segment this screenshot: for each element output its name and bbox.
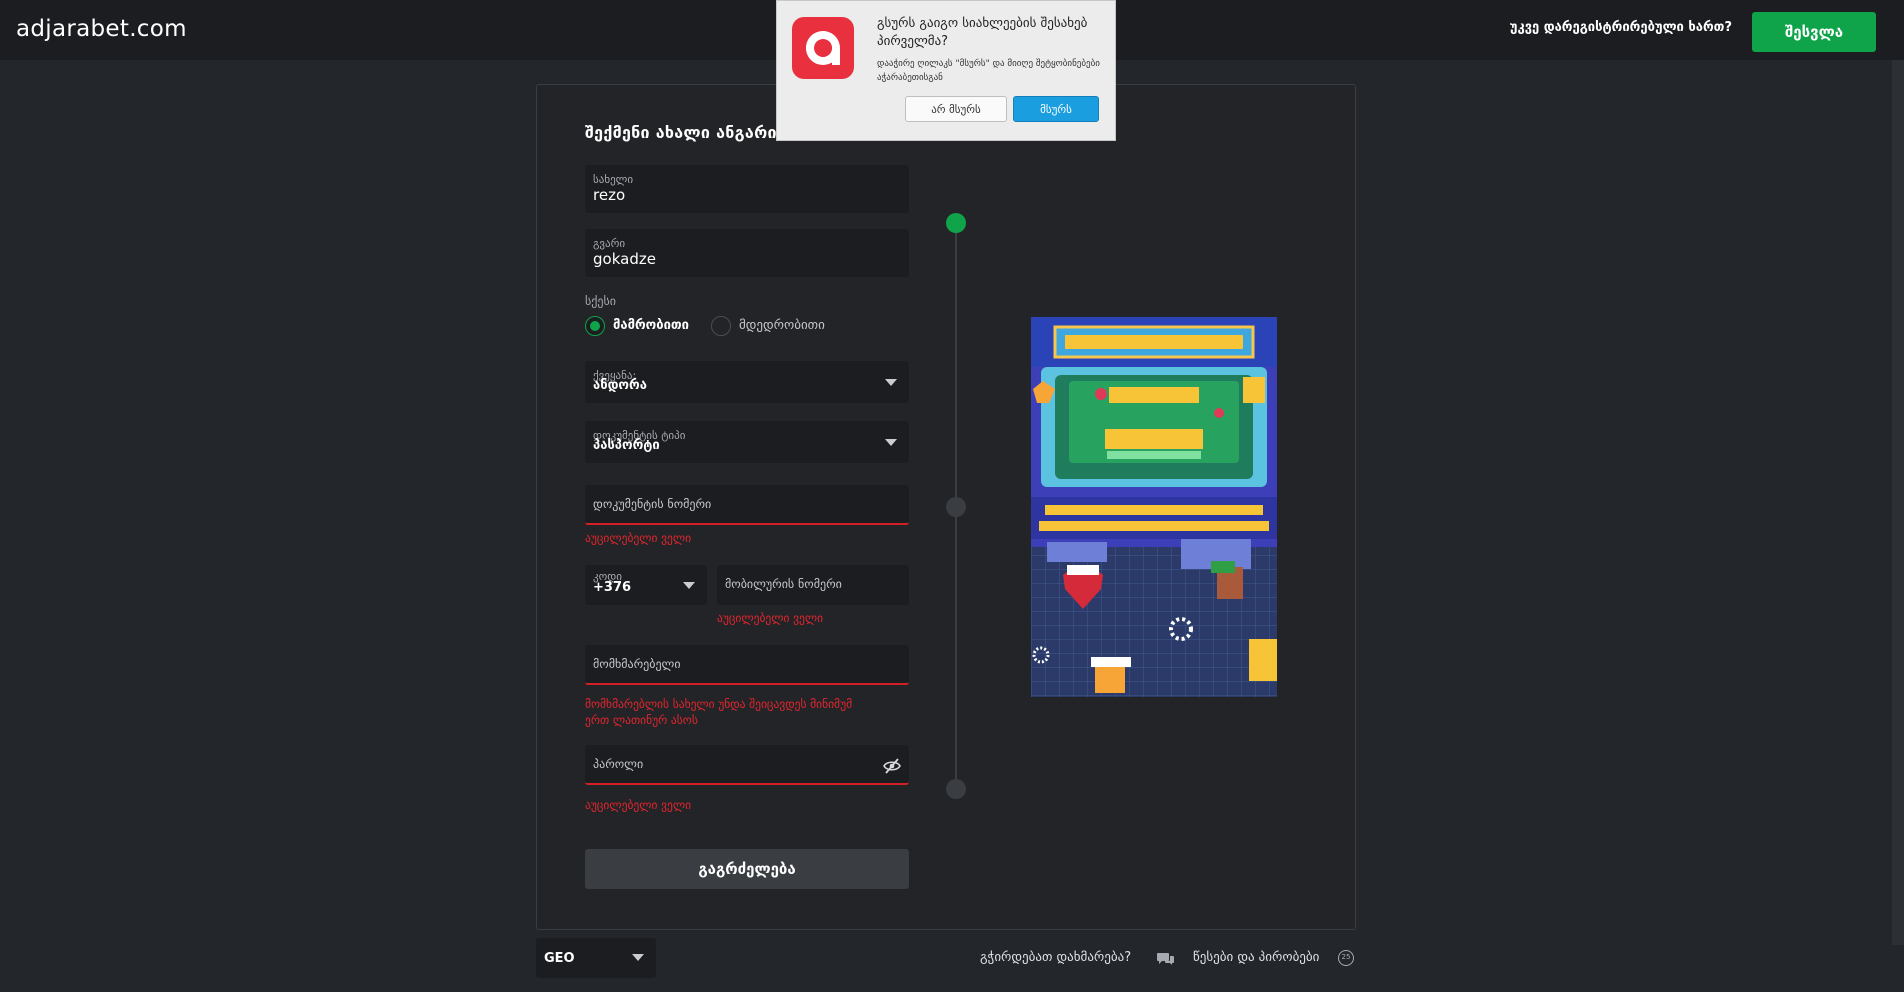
- accept-notifications-button[interactable]: მსურს: [1013, 96, 1099, 122]
- country-value: ანდორა: [593, 378, 647, 393]
- rules-link[interactable]: წესები და პირობები: [1193, 950, 1319, 965]
- mobile-number-error: აუცილებელი ველი: [717, 611, 824, 625]
- chat-icon[interactable]: [1157, 951, 1175, 967]
- step-2-indicator: [946, 497, 966, 517]
- eye-off-icon[interactable]: [883, 758, 901, 774]
- password-input[interactable]: პაროლი: [585, 745, 909, 785]
- username-error-line2: ერთ ლათინურ ასოს: [585, 713, 698, 727]
- language-select[interactable]: GEO: [536, 938, 656, 978]
- notification-body: დააჭირე ღილაკს "მსურს" და მიიღე შეტყობინ…: [877, 59, 1100, 83]
- last-name-field[interactable]: გვარი gokadze: [585, 229, 909, 277]
- decline-notifications-button[interactable]: არ მსურს: [905, 96, 1007, 122]
- chevron-down-icon: [885, 379, 897, 386]
- gender-label: სქესი: [585, 294, 616, 308]
- mobile-number-placeholder: მობილურის ნომერი: [725, 577, 842, 591]
- step-1-indicator: [946, 213, 966, 233]
- chevron-down-icon: [885, 439, 897, 446]
- last-name-value: gokadze: [593, 250, 656, 268]
- app-logo-icon: [792, 17, 854, 79]
- age-limit-icon: 25: [1338, 950, 1354, 966]
- document-number-placeholder: დოკუმენტის ნომერი: [593, 497, 712, 511]
- notification-title: გსურს გაიგო სიახლეების შესახებ პირველმა?: [877, 16, 1088, 49]
- country-select[interactable]: ქვეყანა: ანდორა: [585, 361, 909, 403]
- username-placeholder: მომხმარებელი: [593, 657, 681, 671]
- gender-female-label[interactable]: მდედრობითი: [739, 318, 825, 333]
- password-placeholder: პაროლი: [593, 757, 644, 771]
- notification-prompt: გსურს გაიგო სიახლეების შესახებ პირველმა?…: [776, 0, 1116, 141]
- page-title: შექმენი ახალი ანგარიში: [585, 123, 796, 142]
- chevron-down-icon: [683, 582, 695, 589]
- login-button[interactable]: შესვლა: [1752, 12, 1876, 52]
- document-number-input[interactable]: დოკუმენტის ნომერი: [585, 485, 909, 525]
- gender-female-radio[interactable]: [711, 316, 731, 336]
- site-logo[interactable]: adjarabet.com: [16, 16, 187, 42]
- document-type-select[interactable]: დოკუმენტის ტიპი პასპორტი: [585, 421, 909, 463]
- registration-panel: შექმენი ახალი ანგარიში სახელი rezo გვარი…: [536, 84, 1356, 930]
- language-value: GEO: [544, 951, 575, 966]
- last-name-label: გვარი: [593, 237, 626, 250]
- promo-banner-art: [1031, 317, 1277, 697]
- help-link[interactable]: გჭირდებათ დახმარება?: [980, 950, 1131, 965]
- first-name-value: rezo: [593, 186, 626, 204]
- gender-male-radio[interactable]: [585, 316, 605, 336]
- document-type-value: პასპორტი: [593, 438, 660, 453]
- promo-banner[interactable]: [1031, 317, 1277, 697]
- step-3-indicator: [946, 779, 966, 799]
- first-name-field[interactable]: სახელი rezo: [585, 165, 909, 213]
- phone-code-value: +376: [593, 580, 632, 595]
- gender-male-label[interactable]: მამრობითი: [613, 318, 689, 333]
- username-error-line1: მომხმარებლის სახელი უნდა შეიცავდეს მინიმ…: [585, 697, 853, 711]
- chevron-down-icon: [632, 954, 644, 961]
- page-scrollbar[interactable]: [1892, 60, 1904, 945]
- mobile-number-input[interactable]: მობილურის ნომერი: [717, 565, 909, 605]
- password-error: აუცილებელი ველი: [585, 798, 692, 812]
- phone-code-select[interactable]: კოდი +376: [585, 565, 707, 605]
- continue-button[interactable]: გაგრძელება: [585, 849, 909, 889]
- already-registered-text: უკვე დარეგისტრირებული ხართ?: [1509, 20, 1732, 35]
- first-name-label: სახელი: [593, 173, 634, 186]
- username-input[interactable]: მომხმარებელი: [585, 645, 909, 685]
- document-number-error: აუცილებელი ველი: [585, 531, 692, 545]
